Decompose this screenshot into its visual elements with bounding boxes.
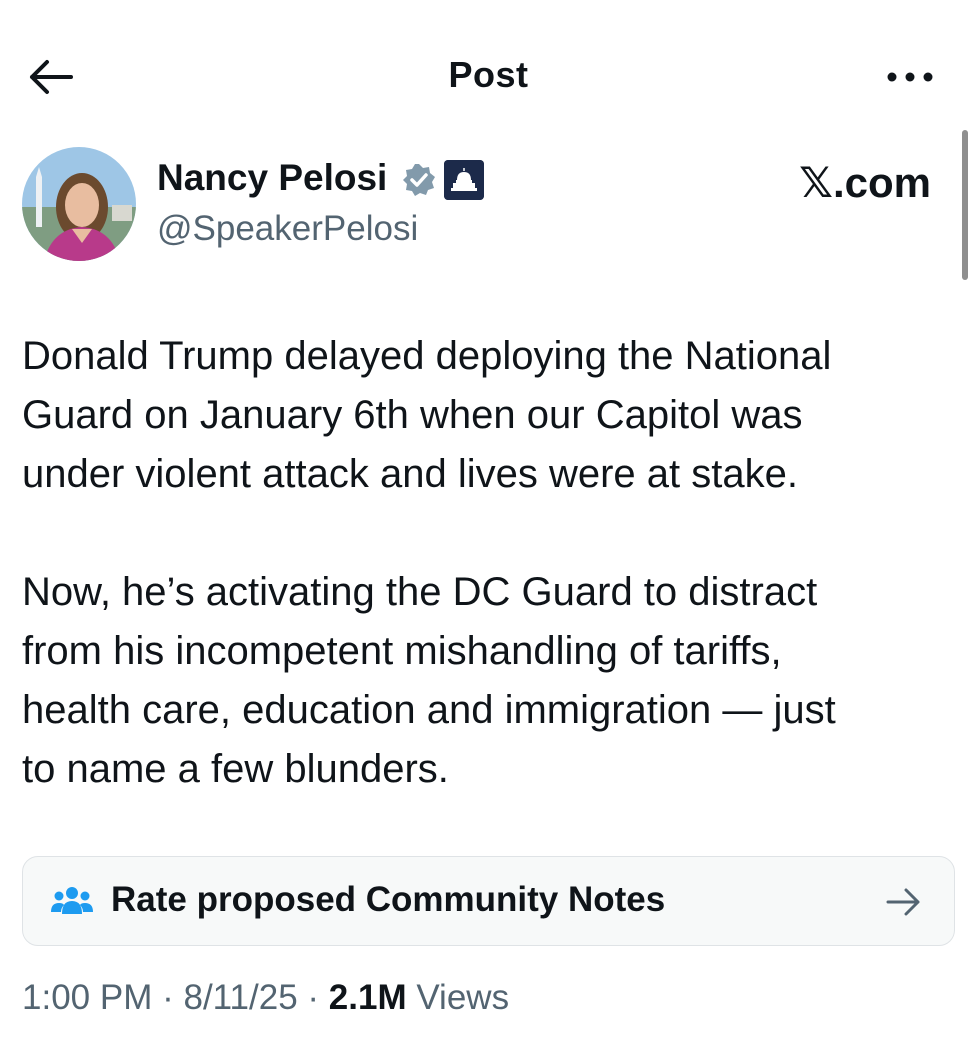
more-options-button[interactable] <box>880 58 940 96</box>
top-bar: Post <box>0 0 977 130</box>
author-name[interactable]: Nancy Pelosi <box>157 157 387 199</box>
community-notes-label: Rate proposed Community Notes <box>111 880 666 919</box>
post-text-line: Donald Trump delayed deploying the Natio… <box>22 334 832 378</box>
verified-badge-icon <box>403 164 435 196</box>
community-notes-button[interactable]: Rate proposed Community Notes <box>22 856 955 946</box>
source-watermark: 𝕏.com <box>799 159 931 206</box>
views-label: Views <box>416 978 510 1017</box>
people-group-icon <box>51 887 93 914</box>
views-count[interactable]: 2.1M <box>329 978 407 1017</box>
avatar[interactable] <box>22 147 136 261</box>
post-text-line: from his incompetent mishandling of tari… <box>22 629 782 673</box>
post-text-line: to name a few blunders. <box>22 747 449 791</box>
post-text-line: health care, education and immigration —… <box>22 688 836 732</box>
post-text: Donald Trump delayed deploying the Natio… <box>22 327 942 799</box>
post-text-line: under violent attack and lives were at s… <box>22 452 798 496</box>
profile-photo <box>22 147 136 261</box>
scrollbar[interactable] <box>962 130 968 280</box>
arrow-right-icon <box>886 888 920 916</box>
page-title: Post <box>448 54 529 95</box>
post-text-line: Now, he’s activating the DC Guard to dis… <box>22 570 818 614</box>
post-time[interactable]: 1:00 PM <box>22 978 152 1017</box>
separator: · <box>162 978 174 1017</box>
author-handle[interactable]: @SpeakerPelosi <box>157 209 418 249</box>
more-horizontal-icon <box>887 72 933 82</box>
post-date[interactable]: 8/11/25 <box>183 978 297 1017</box>
separator: · <box>307 978 320 1017</box>
post-text-line: Guard on January 6th when our Capitol wa… <box>22 393 803 437</box>
post-metadata: 1:00 PM · 8/11/25 · 2.1M Views <box>22 978 509 1018</box>
capitol-building-icon[interactable] <box>444 160 484 200</box>
